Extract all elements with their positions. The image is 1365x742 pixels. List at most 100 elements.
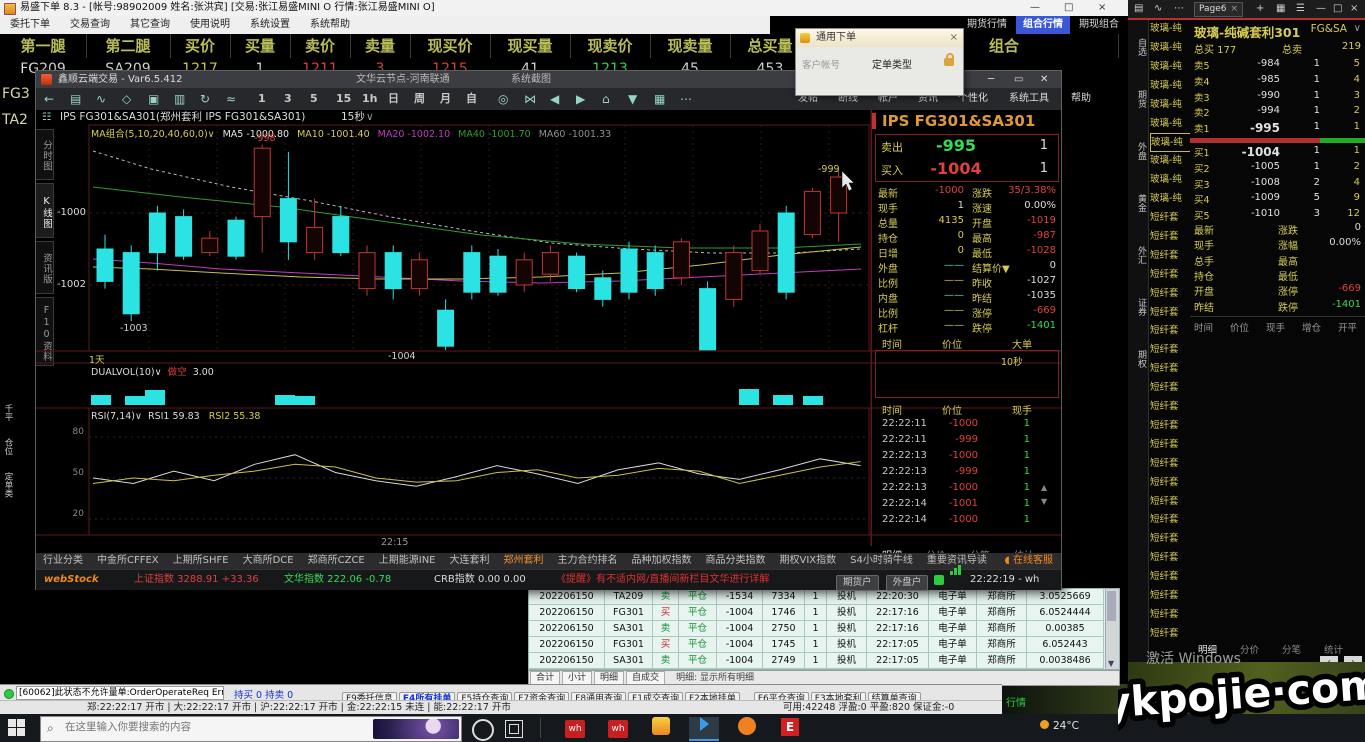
watchlist-item[interactable]: 短纤套 xyxy=(1150,530,1189,547)
sidebar-tool-icon[interactable]: ⋯ xyxy=(1174,0,1184,18)
menu-使用说明[interactable]: 使用说明 xyxy=(180,16,240,34)
task-view-icon[interactable] xyxy=(505,720,523,738)
menu-委托下单[interactable]: 委托下单 xyxy=(0,16,60,34)
search-input[interactable] xyxy=(63,720,347,734)
menu-交易查询[interactable]: 交易查询 xyxy=(60,16,120,34)
col-header-第二腿[interactable]: 第二腿 xyxy=(86,34,171,58)
category-tab-证券[interactable]: 证券 xyxy=(1128,298,1148,316)
minimize-button[interactable]: — xyxy=(1030,0,1040,16)
order-history-table[interactable]: 202206150TA209卖平仓-153473341投机22:20:30电子单… xyxy=(528,588,1107,670)
market-tab-S4小时骑牛线[interactable]: S4小时骑牛线 xyxy=(843,553,920,569)
view-tab-期现组合[interactable]: 期现组合 xyxy=(1072,16,1126,34)
menu-其它查询[interactable]: 其它查询 xyxy=(120,16,180,34)
category-tab-黄金[interactable]: 黄金 xyxy=(1128,194,1148,212)
ma-label[interactable]: MA组合(5,10,20,40,60,0)∨ xyxy=(91,129,215,140)
result-tab-小计[interactable]: 小计 xyxy=(562,671,592,685)
wenhua-wh6-icon[interactable]: wh xyxy=(603,717,633,739)
watchlist-item[interactable]: 玻璃-纯 xyxy=(1150,152,1189,169)
chart-menu-帮助[interactable]: 帮助 xyxy=(1071,88,1091,110)
weather-widget[interactable]: 24°C xyxy=(1040,720,1079,732)
watchlist-item[interactable]: 短纤套 xyxy=(1150,455,1189,472)
result-tab-明细[interactable]: 明细 xyxy=(594,671,624,685)
watchlist-item[interactable]: 玻璃-纯 xyxy=(1150,115,1189,132)
col-header-第一腿[interactable]: 第一腿 xyxy=(0,34,87,58)
trading-arrow-icon[interactable] xyxy=(689,717,719,741)
col-header-现买价[interactable]: 现买价 xyxy=(410,34,491,58)
watchlist-item[interactable]: 玻璃-纯 xyxy=(1150,58,1189,75)
view-tab-组合行情[interactable]: 组合行情 xyxy=(1016,16,1070,34)
cortana-icon[interactable] xyxy=(472,719,494,741)
order-type-label[interactable]: 定单类型 xyxy=(872,56,912,71)
category-tab-期权[interactable]: 期权 xyxy=(1128,350,1148,368)
market-tab-大连套利[interactable]: 大连套利 xyxy=(443,553,497,569)
market-tab-郑商所CZCE[interactable]: 郑商所CZCE xyxy=(301,553,372,569)
market-tab-大商所DCE[interactable]: 大商所DCE xyxy=(236,553,301,569)
depth-row[interactable]: 买4-100959 xyxy=(1190,192,1365,207)
caret-down-icon[interactable]: ∨ xyxy=(1354,23,1361,34)
start-button[interactable] xyxy=(8,719,26,737)
sidebar-tool-icon[interactable]: ∿ xyxy=(1154,0,1162,18)
watchlist-item[interactable]: 短纤套 xyxy=(1150,228,1189,245)
watchlist-item[interactable]: 短纤套 xyxy=(1150,436,1189,453)
col-header-卖价[interactable]: 卖价 xyxy=(290,34,351,58)
sidebar-window-control[interactable]: × xyxy=(1350,0,1358,18)
ma-indicator-row[interactable]: MA组合(5,10,20,40,60,0)∨MA5 -1000.80MA10 -… xyxy=(91,126,611,140)
menu-系统帮助[interactable]: 系统帮助 xyxy=(300,16,360,34)
overseas-account-button[interactable]: 外盘户 xyxy=(886,575,929,591)
watchlist-item[interactable]: 短纤套 xyxy=(1150,398,1189,415)
watchlist-item[interactable]: 短纤套 xyxy=(1150,209,1189,226)
popup-close-icon[interactable]: × xyxy=(950,29,958,47)
result-tab-自成交[interactable]: 自成交 xyxy=(626,671,665,685)
watchlist-item[interactable]: 玻璃-纯 xyxy=(1150,77,1189,94)
market-tab-中金所CFFEX[interactable]: 中金所CFFEX xyxy=(90,553,166,569)
watchlist-item[interactable]: 短纤套 xyxy=(1150,266,1189,283)
orange-app-icon[interactable] xyxy=(732,717,762,739)
sidebar-tool-icon[interactable]: ☰ xyxy=(1296,0,1305,18)
lock-icon[interactable] xyxy=(944,58,954,66)
menu-系统设置[interactable]: 系统设置 xyxy=(240,16,300,34)
watchlist-item[interactable]: 玻璃-纯 xyxy=(1150,190,1189,207)
market-tab-主力合约排名[interactable]: 主力合约排名 xyxy=(551,553,625,569)
market-tab-上期所SHFE[interactable]: 上期所SHFE xyxy=(166,553,236,569)
sidebar-tab-统计[interactable]: 统计 xyxy=(1324,642,1343,656)
watchlist-item[interactable]: 短纤套 xyxy=(1150,606,1189,623)
sidebar-tab-分笔[interactable]: 分笔 xyxy=(1282,642,1301,656)
watchlist-item[interactable]: 玻璃-纯 xyxy=(1150,171,1189,188)
wenhua-wh6-icon[interactable]: wh xyxy=(560,717,590,739)
ask-price[interactable]: -995 xyxy=(916,136,996,155)
watchlist-item[interactable]: 短纤套 xyxy=(1150,417,1189,434)
futures-account-button[interactable]: 期货户 xyxy=(836,575,879,591)
watchlist-item[interactable]: 短纤套 xyxy=(1150,625,1189,642)
depth-row[interactable]: 买1-100411 xyxy=(1190,145,1365,160)
depth-row[interactable]: 卖2-99412 xyxy=(1190,105,1365,120)
close-button[interactable]: × xyxy=(1098,0,1106,16)
wangwang-icon[interactable] xyxy=(646,717,676,739)
col-header-买量[interactable]: 买量 xyxy=(230,34,291,58)
maximize-button[interactable]: □ xyxy=(1064,0,1073,16)
col-header-买价[interactable]: 买价 xyxy=(170,34,231,58)
watchlist-item[interactable]: 短纤套 xyxy=(1150,493,1189,510)
col-header-卖量[interactable]: 卖量 xyxy=(350,34,411,58)
watchlist-item[interactable]: 短纤套 xyxy=(1150,360,1189,377)
online-service-link[interactable]: ◖ 在线客服 xyxy=(1005,553,1053,569)
watchlist-item[interactable]: 短纤套 xyxy=(1150,549,1189,566)
bid-price[interactable]: -1004 xyxy=(916,159,996,178)
depth-row[interactable]: 卖3-99013 xyxy=(1190,90,1365,105)
watchlist-item[interactable]: 玻璃-纯 xyxy=(1150,96,1189,113)
depth-row[interactable]: 卖1-99511 xyxy=(1190,121,1365,136)
watchlist-item[interactable]: 短纤套 xyxy=(1150,511,1189,528)
sidebar-tool-icon[interactable]: ▦ xyxy=(1276,0,1285,18)
rsi-indicator-row[interactable]: RSI(7,14)∨ RSI1 59.83 RSI2 55.38 xyxy=(91,411,260,422)
taskbar-search-box[interactable]: ⌕ xyxy=(40,716,462,742)
watchlist-item[interactable]: 短纤套 xyxy=(1150,247,1189,264)
sidebar-tab-分价[interactable]: 分价 xyxy=(1240,642,1259,656)
watchlist-item[interactable]: 短纤套 xyxy=(1150,587,1189,604)
watchlist-item[interactable]: 玻璃-纯 xyxy=(1150,133,1190,152)
depth-row[interactable]: 买5-1010312 xyxy=(1190,208,1365,223)
editor-e-icon[interactable]: E xyxy=(775,717,805,739)
depth-row[interactable]: 卖4-98514 xyxy=(1190,74,1365,89)
watchlist-item[interactable]: 玻璃-纯 xyxy=(1150,39,1189,56)
col-header-现卖量[interactable]: 现卖量 xyxy=(650,34,731,58)
watchlist-item[interactable]: 短纤套 xyxy=(1150,379,1189,396)
market-tab-行业分类[interactable]: 行业分类 xyxy=(36,553,90,569)
